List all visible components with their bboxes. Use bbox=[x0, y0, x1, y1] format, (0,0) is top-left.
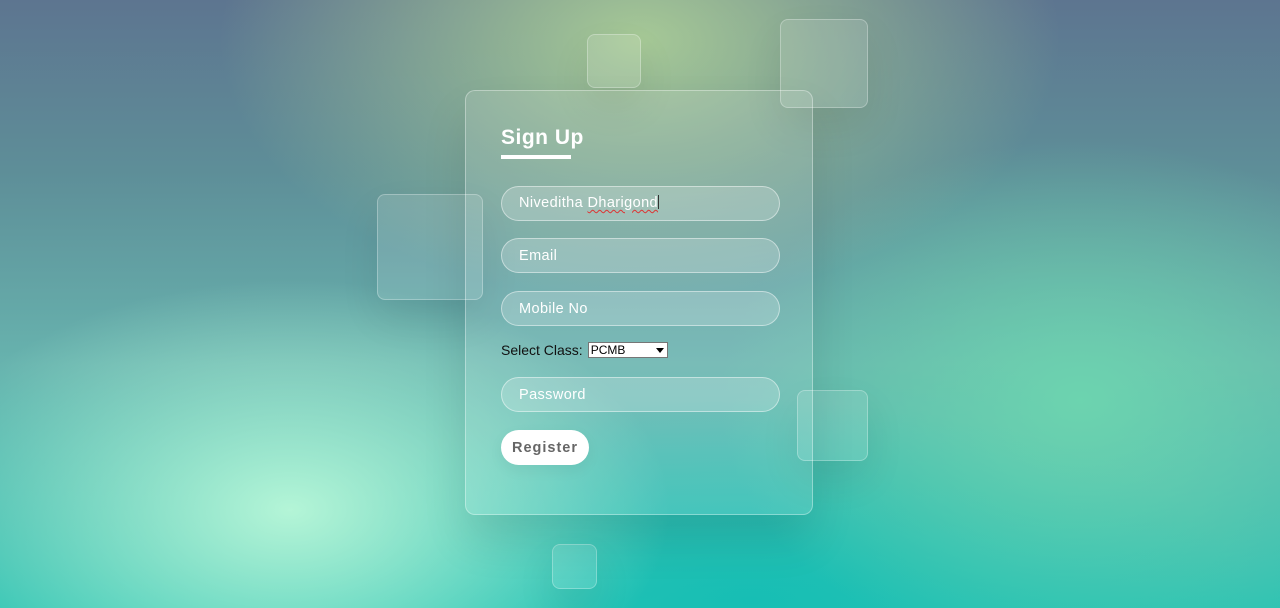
signup-card: Sign Up Niveditha Dharigond Select Class… bbox=[465, 90, 813, 515]
form-title: Sign Up bbox=[501, 126, 584, 149]
text-caret bbox=[658, 195, 659, 209]
name-input[interactable]: Niveditha Dharigond bbox=[501, 186, 780, 221]
decorative-square bbox=[587, 34, 641, 88]
class-select-value: PCMB bbox=[590, 343, 626, 357]
register-button[interactable]: Register bbox=[501, 430, 589, 465]
name-value-first: Niveditha bbox=[519, 195, 588, 211]
class-select-label: Select Class: bbox=[501, 342, 583, 358]
mobile-input[interactable] bbox=[501, 291, 780, 326]
class-select-row: Select Class: PCMB bbox=[501, 342, 668, 358]
email-input[interactable] bbox=[501, 238, 780, 273]
title-underline bbox=[501, 155, 571, 159]
password-input[interactable] bbox=[501, 377, 780, 412]
chevron-down-icon bbox=[655, 347, 664, 353]
decorative-square bbox=[552, 544, 597, 589]
class-select[interactable]: PCMB bbox=[587, 342, 668, 358]
name-value-misspelled: Dharigond bbox=[587, 195, 658, 211]
